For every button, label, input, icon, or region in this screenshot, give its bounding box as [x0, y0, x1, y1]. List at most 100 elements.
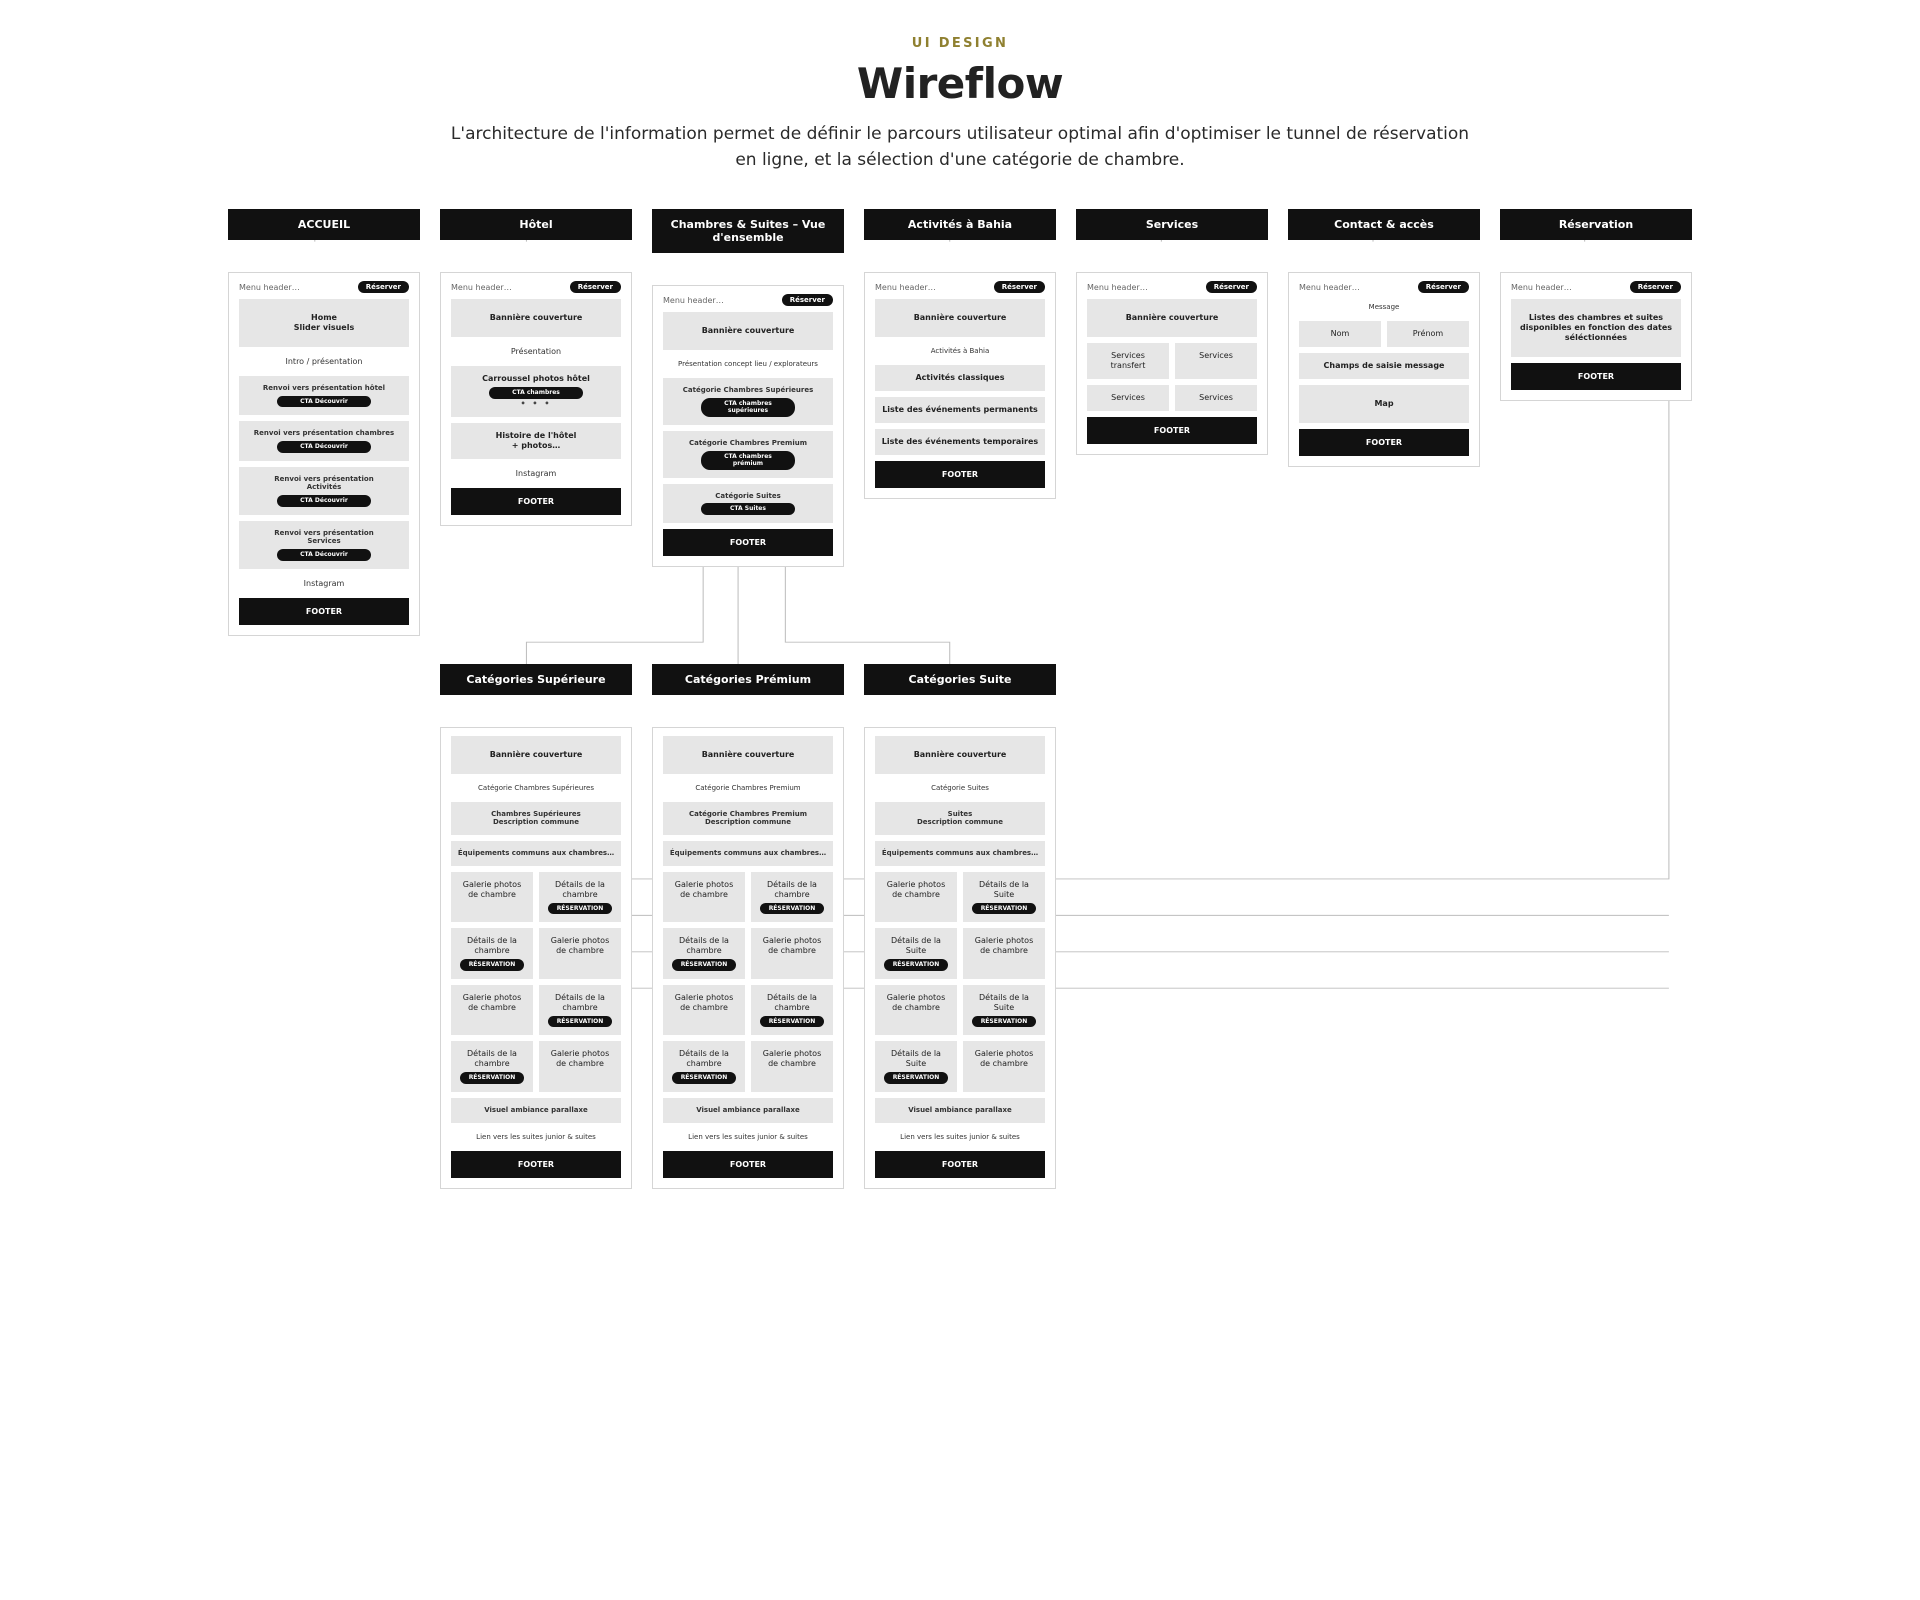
cta-reserve[interactable]: RÉSERVATION — [548, 1016, 613, 1028]
tag-cat-suite: Catégories Suite — [864, 664, 1056, 695]
cta[interactable]: CTA chambres prémium — [701, 451, 796, 470]
tag-activites: Activités à Bahia — [864, 209, 1056, 240]
reserve-pill[interactable]: Réserver — [1206, 281, 1257, 293]
link-suites[interactable]: Lien vers les suites junior & suites — [663, 1129, 833, 1145]
svc-transfert: Services transfert — [1087, 343, 1169, 379]
cta-reserve[interactable]: RÉSERVATION — [760, 1016, 825, 1028]
reserve-pill[interactable]: Réserver — [1630, 281, 1681, 293]
history: Histoire de l'hôtel + photos… — [451, 423, 621, 459]
card-activites: Menu header…Réserver Bannière couverture… — [864, 272, 1056, 499]
cta-reserve[interactable]: RÉSERVATION — [884, 1072, 949, 1084]
equip: Équipements communs aux chambres… — [663, 841, 833, 866]
cta[interactable]: CTA Suites — [701, 503, 796, 515]
cta[interactable]: CTA chambres — [489, 387, 584, 399]
block-intro: Intro / présentation — [239, 353, 409, 370]
gallery: Galerie photos de chambre — [963, 928, 1045, 979]
footer: FOOTER — [663, 1151, 833, 1178]
cta-reserve[interactable]: RÉSERVATION — [548, 903, 613, 915]
tag-reservation: Réservation — [1500, 209, 1692, 240]
page-title: Wireflow — [40, 59, 1880, 108]
tag-contact: Contact & accès — [1288, 209, 1480, 240]
gallery: Galerie photos de chambre — [451, 872, 533, 923]
reserve-pill[interactable]: Réserver — [1418, 281, 1469, 293]
list: Listes des chambres et suites disponible… — [1511, 299, 1681, 357]
card-cat-prem: Bannière couverture Catégorie Chambres P… — [652, 727, 844, 1189]
tag-cat-sup: Catégories Supérieure — [440, 664, 632, 695]
room-row: Galerie photos de chambre Détails de la … — [451, 985, 621, 1036]
block-insta: Instagram — [451, 465, 621, 482]
banner: Bannière couverture — [875, 736, 1045, 774]
card-accueil: Menu header…Réserver Home Slider visuels… — [228, 272, 420, 636]
cta-reserve[interactable]: RÉSERVATION — [460, 1072, 525, 1084]
gallery: Galerie photos de chambre — [751, 928, 833, 979]
cta[interactable]: CTA Découvrir — [277, 549, 372, 561]
reserve-pill[interactable]: Réserver — [570, 281, 621, 293]
gallery: Galerie photos de chambre — [963, 1041, 1045, 1092]
detail: Détails de la SuiteRÉSERVATION — [963, 985, 1045, 1036]
cta[interactable]: CTA chambres supérieures — [701, 398, 796, 417]
tag-chambres: Chambres & Suites – Vue d'ensemble — [652, 209, 844, 253]
menu-label: Menu header… — [451, 283, 512, 292]
cta[interactable]: CTA Découvrir — [277, 441, 372, 453]
ambiance: Visuel ambiance parallaxe — [663, 1098, 833, 1123]
block-p3: Renvoi vers présentation ActivitésCTA Dé… — [239, 467, 409, 515]
link-suites[interactable]: Lien vers les suites junior & suites — [451, 1129, 621, 1145]
menu-label: Menu header… — [1087, 283, 1148, 292]
detail: Détails de la chambreRÉSERVATION — [663, 1041, 745, 1092]
cta-reserve[interactable]: RÉSERVATION — [972, 903, 1037, 915]
detail: Détails de la SuiteRÉSERVATION — [875, 928, 957, 979]
menu-label: Menu header… — [663, 296, 724, 305]
page-lede: L'architecture de l'information permet d… — [440, 122, 1480, 173]
footer: FOOTER — [451, 488, 621, 515]
cat-label: Catégorie Chambres Premium — [663, 780, 833, 796]
col-accueil: ACCUEIL Menu header…Réserver Home Slider… — [228, 209, 420, 636]
tag-accueil: ACCUEIL — [228, 209, 420, 240]
card-cat-sup: Bannière couverture Catégorie Chambres S… — [440, 727, 632, 1189]
input-message[interactable]: Champs de saisie message — [1299, 353, 1469, 379]
col-cat-prem: Catégories Prémium Bannière couverture C… — [652, 664, 844, 1189]
reserve-pill[interactable]: Réserver — [994, 281, 1045, 293]
cta-reserve[interactable]: RÉSERVATION — [460, 959, 525, 971]
cta[interactable]: CTA Découvrir — [277, 396, 372, 408]
card-reservation: Menu header… Réserver Listes des chambres… — [1500, 272, 1692, 401]
ambiance: Visuel ambiance parallaxe — [451, 1098, 621, 1123]
cta-reserve[interactable]: RÉSERVATION — [884, 959, 949, 971]
prem: Catégorie Chambres PremiumCTA chambres p… — [663, 431, 833, 478]
col-chambres: Chambres & Suites – Vue d'ensemble Menu … — [652, 209, 844, 636]
cta-reserve[interactable]: RÉSERVATION — [672, 959, 737, 971]
svc: Services — [1175, 343, 1257, 379]
reserve-pill[interactable]: Réserver — [782, 294, 833, 306]
gallery: Galerie photos de chambre — [539, 928, 621, 979]
wireflow-board: ACCUEIL Menu header…Réserver Home Slider… — [210, 187, 1710, 1189]
cta-reserve[interactable]: RÉSERVATION — [972, 1016, 1037, 1028]
col-services: Services Menu header…Réserver Bannière c… — [1076, 209, 1268, 636]
cta[interactable]: CTA Découvrir — [277, 495, 372, 507]
input-nom[interactable]: Nom — [1299, 321, 1381, 347]
detail: Détails de la chambreRÉSERVATION — [451, 928, 533, 979]
block-p4: Renvoi vers présentation ServicesCTA Déc… — [239, 521, 409, 569]
block-home: Home Slider visuels — [239, 299, 409, 347]
svc: Services — [1087, 385, 1169, 411]
cta-reserve[interactable]: RÉSERVATION — [672, 1072, 737, 1084]
tag-hotel: Hôtel — [440, 209, 632, 240]
footer: FOOTER — [239, 598, 409, 625]
col-contact: Contact & accès Menu header…Réserver Mes… — [1288, 209, 1480, 636]
gallery: Galerie photos de chambre — [539, 1041, 621, 1092]
input-prenom[interactable]: Prénom — [1387, 321, 1469, 347]
footer: FOOTER — [451, 1151, 621, 1178]
banner: Bannière couverture — [663, 736, 833, 774]
concept: Présentation concept lieu / explorateurs — [663, 356, 833, 372]
menu-label: Menu header… — [1511, 283, 1572, 292]
banner: Bannière couverture — [875, 299, 1045, 337]
room-row: Galerie photos de chambre Détails de la … — [451, 872, 621, 923]
detail: Détails de la SuiteRÉSERVATION — [963, 872, 1045, 923]
equip: Équipements communs aux chambres… — [451, 841, 621, 866]
map: Map — [1299, 385, 1469, 423]
suite: Catégorie SuitesCTA Suites — [663, 484, 833, 523]
reserve-pill[interactable]: Réserver — [358, 281, 409, 293]
link-suites[interactable]: Lien vers les suites junior & suites — [875, 1129, 1045, 1145]
detail: Détails de la chambreRÉSERVATION — [539, 985, 621, 1036]
cta-reserve[interactable]: RÉSERVATION — [760, 903, 825, 915]
sup: Catégorie Chambres SupérieuresCTA chambr… — [663, 378, 833, 425]
cat-label: Catégorie Suites — [875, 780, 1045, 796]
